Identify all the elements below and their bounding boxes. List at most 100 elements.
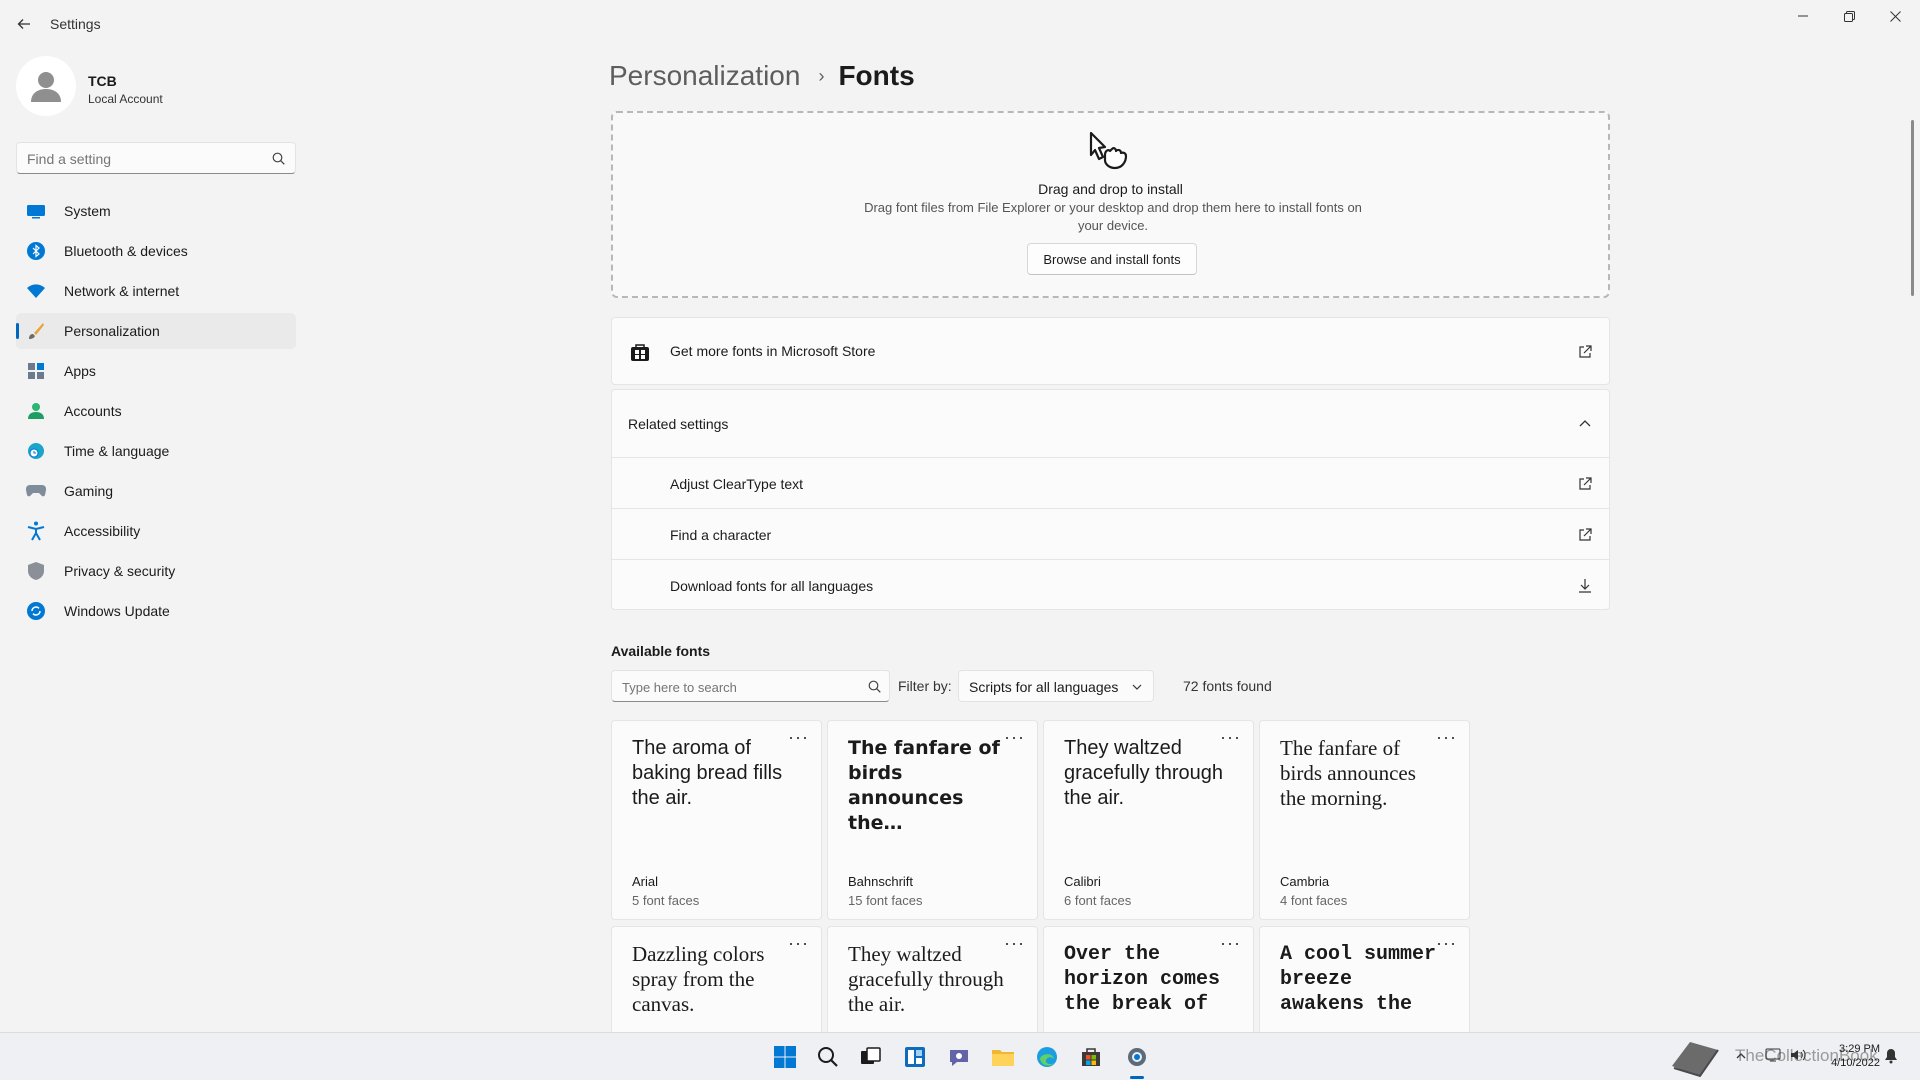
sidebar-item-bluetooth[interactable]: Bluetooth & devices bbox=[16, 233, 296, 269]
filter-label: Filter by: bbox=[898, 678, 952, 694]
store-bag-icon bbox=[631, 344, 649, 361]
search-icon bbox=[868, 680, 881, 693]
store-link-label: Get more fonts in Microsoft Store bbox=[670, 343, 876, 359]
back-button[interactable] bbox=[8, 10, 40, 38]
brush-icon bbox=[26, 321, 46, 341]
apps-icon bbox=[26, 361, 46, 381]
gamepad-icon bbox=[26, 481, 46, 501]
store-icon[interactable] bbox=[1075, 1041, 1107, 1073]
wifi-icon bbox=[26, 281, 46, 301]
tray-chevron-icon[interactable] bbox=[1735, 1050, 1747, 1062]
microsoft-store-link[interactable]: Get more fonts in Microsoft Store bbox=[611, 317, 1610, 385]
bluetooth-icon bbox=[26, 241, 46, 261]
page-title: Fonts bbox=[838, 60, 915, 91]
widgets-icon[interactable] bbox=[899, 1041, 931, 1073]
related-item-cleartype[interactable]: Adjust ClearType text bbox=[612, 459, 1609, 509]
settings-icon[interactable] bbox=[1121, 1041, 1153, 1073]
sidebar-item-gaming[interactable]: Gaming bbox=[16, 473, 296, 509]
edge-icon[interactable] bbox=[1031, 1041, 1063, 1073]
font-card-calibri[interactable]: They waltzed gracefully through the air.… bbox=[1043, 720, 1254, 920]
external-link-icon bbox=[1579, 477, 1592, 490]
font-card-6[interactable]: They waltzed gracefully through the air.… bbox=[827, 926, 1038, 1032]
task-view-icon[interactable] bbox=[855, 1041, 887, 1073]
font-card-7[interactable]: Over the horizon comes the break of ··· bbox=[1043, 926, 1254, 1032]
shield-icon bbox=[26, 561, 46, 581]
system-clock[interactable]: 3:29 PM 4/10/2022 bbox=[1820, 1042, 1880, 1070]
font-sample: They waltzed gracefully through the air. bbox=[1064, 737, 1223, 809]
sidebar-item-system[interactable]: System bbox=[16, 193, 296, 229]
external-link-icon bbox=[1579, 345, 1592, 358]
font-search[interactable] bbox=[611, 670, 890, 702]
external-link-icon bbox=[1579, 528, 1592, 541]
sidebar-item-personalization[interactable]: Personalization bbox=[16, 313, 296, 349]
font-card-cambria[interactable]: The fanfare of birds announces the morni… bbox=[1259, 720, 1470, 920]
user-name: TCB bbox=[88, 73, 117, 89]
taskbar-search-icon[interactable] bbox=[812, 1041, 844, 1073]
breadcrumb-parent[interactable]: Personalization bbox=[609, 60, 800, 92]
font-name: Arial bbox=[632, 874, 659, 889]
download-icon bbox=[1579, 579, 1591, 593]
chevron-up-icon bbox=[1579, 420, 1591, 427]
font-card-5[interactable]: Dazzling colors spray from the canvas. ·… bbox=[611, 926, 822, 1032]
sidebar-item-apps[interactable]: Apps bbox=[16, 353, 296, 389]
related-settings-section: Related settings Adjust ClearType text F… bbox=[611, 389, 1610, 610]
more-options-icon[interactable]: ··· bbox=[788, 933, 809, 954]
file-explorer-icon[interactable] bbox=[987, 1041, 1019, 1073]
more-options-icon[interactable]: ··· bbox=[1436, 933, 1457, 954]
settings-search-input[interactable] bbox=[27, 149, 257, 169]
more-options-icon[interactable]: ··· bbox=[1004, 933, 1025, 954]
back-arrow-icon bbox=[17, 19, 30, 29]
more-options-icon[interactable]: ··· bbox=[1220, 933, 1241, 954]
filter-dropdown[interactable]: Scripts for all languages bbox=[958, 670, 1154, 702]
minimize-button[interactable] bbox=[1780, 0, 1826, 32]
font-card-8[interactable]: A cool summer breeze awakens the ··· bbox=[1259, 926, 1470, 1032]
sidebar-item-time-language[interactable]: Time & language bbox=[16, 433, 296, 469]
font-name: Cambria bbox=[1280, 874, 1330, 889]
related-item-find-character[interactable]: Find a character bbox=[612, 510, 1609, 560]
restore-icon bbox=[1843, 10, 1855, 22]
sidebar-item-network[interactable]: Network & internet bbox=[16, 273, 296, 309]
related-item-download-fonts[interactable]: Download fonts for all languages bbox=[612, 561, 1609, 611]
notification-bell-icon[interactable] bbox=[1884, 1048, 1898, 1064]
font-sample: The aroma of baking bread fills the air. bbox=[632, 737, 783, 809]
sidebar-item-accessibility[interactable]: Accessibility bbox=[16, 513, 296, 549]
font-sample: Over the horizon comes the break of bbox=[1064, 943, 1221, 1016]
sidebar-item-accounts[interactable]: Accounts bbox=[16, 393, 296, 429]
book-logo-icon bbox=[1672, 1042, 1719, 1078]
font-search-input[interactable] bbox=[622, 677, 852, 697]
font-card-bahnschrift[interactable]: The fanfare of birds announces the… ··· … bbox=[827, 720, 1038, 920]
active-app-indicator bbox=[1130, 1076, 1144, 1079]
available-fonts-title: Available fonts bbox=[611, 643, 711, 659]
sidebar-item-privacy[interactable]: Privacy & security bbox=[16, 553, 296, 589]
browse-install-fonts-button[interactable]: Browse and install fonts bbox=[1027, 243, 1197, 275]
related-settings-header[interactable]: Related settings bbox=[612, 390, 1609, 458]
chat-icon[interactable] bbox=[943, 1041, 975, 1073]
breadcrumb: Personalization › Fonts bbox=[609, 56, 915, 96]
volume-icon[interactable] bbox=[1790, 1048, 1808, 1062]
vertical-scrollbar[interactable] bbox=[1911, 120, 1914, 296]
settings-search[interactable] bbox=[16, 142, 296, 174]
more-options-icon[interactable]: ··· bbox=[788, 727, 809, 748]
sidebar-nav: System Bluetooth & devices Network & int… bbox=[16, 193, 296, 633]
filter-selected-value: Scripts for all languages bbox=[969, 679, 1119, 695]
font-drop-zone[interactable]: Drag and drop to install Drag font files… bbox=[611, 111, 1610, 298]
more-options-icon[interactable]: ··· bbox=[1436, 727, 1457, 748]
font-card-arial[interactable]: The aroma of baking bread fills the air.… bbox=[611, 720, 822, 920]
restore-button[interactable] bbox=[1826, 0, 1872, 32]
avatar bbox=[16, 56, 76, 116]
close-button[interactable] bbox=[1872, 0, 1918, 32]
font-sample: The fanfare of birds announces the morni… bbox=[1280, 736, 1416, 810]
windows-start-icon[interactable] bbox=[769, 1041, 801, 1073]
more-options-icon[interactable]: ··· bbox=[1004, 727, 1025, 748]
sidebar-item-windows-update[interactable]: Windows Update bbox=[16, 593, 296, 629]
search-icon bbox=[272, 152, 285, 165]
user-profile[interactable]: TCB Local Account bbox=[16, 56, 296, 120]
font-faces: 15 font faces bbox=[848, 893, 923, 908]
person-avatar-icon bbox=[31, 72, 61, 102]
clock-time: 3:29 PM bbox=[1839, 1043, 1880, 1055]
app-title: Settings bbox=[50, 16, 101, 32]
account-type: Local Account bbox=[88, 92, 163, 106]
display-icon[interactable] bbox=[1765, 1048, 1781, 1062]
more-options-icon[interactable]: ··· bbox=[1220, 727, 1241, 748]
person-icon bbox=[26, 401, 46, 421]
